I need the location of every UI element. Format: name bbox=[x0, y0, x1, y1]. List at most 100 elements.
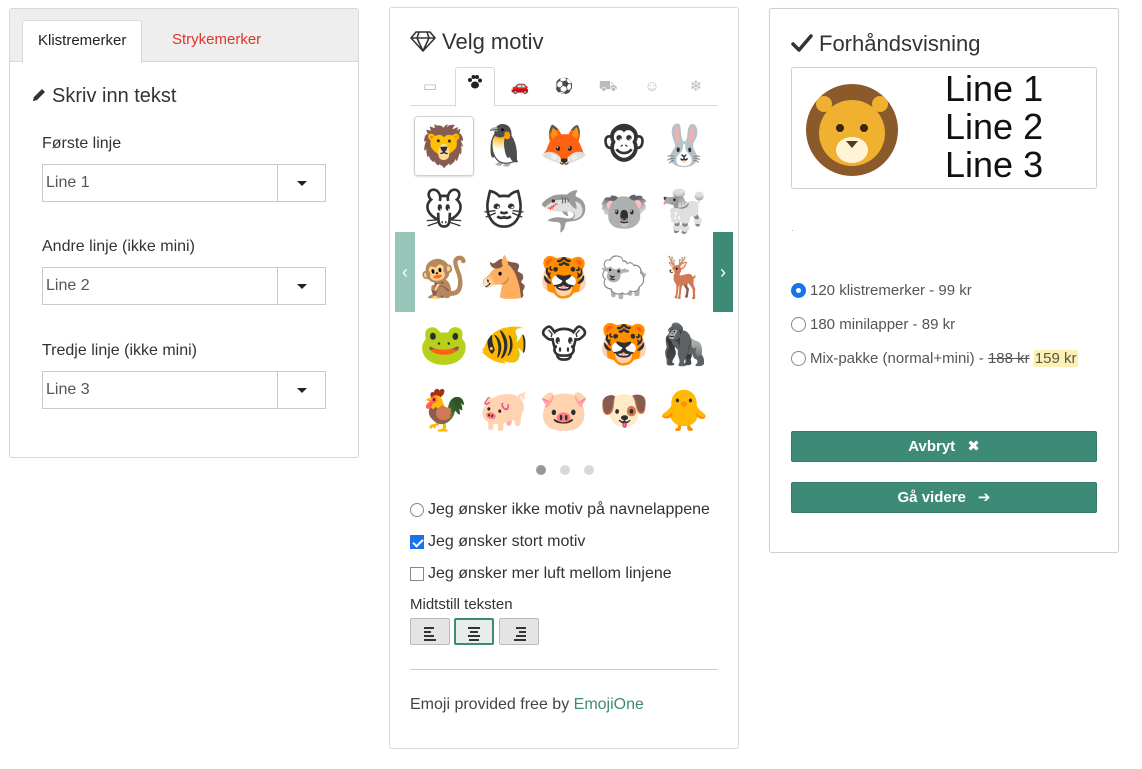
third-line-label: Tredje linje (ikke mini) bbox=[42, 342, 197, 359]
carousel-indicators bbox=[536, 465, 596, 475]
align-right-button[interactable] bbox=[499, 618, 539, 645]
no-motif-label: Jeg ønsker ikke motiv på navnelappene bbox=[428, 501, 710, 518]
emoji-rooster[interactable]: 🐓 bbox=[414, 381, 474, 441]
emoji-lion[interactable]: 🦁 bbox=[414, 116, 474, 176]
snowflake-icon: ❄ bbox=[689, 78, 703, 95]
emoji-pig[interactable]: 🐖 bbox=[474, 381, 534, 441]
tab-klistremerker[interactable]: Klistremerker bbox=[22, 20, 143, 63]
carousel-dot-3[interactable] bbox=[584, 465, 594, 475]
tiny-mark: . bbox=[791, 223, 794, 234]
emoji-pug[interactable]: 🐶 bbox=[594, 381, 654, 441]
preview-line-1: Line 1 bbox=[945, 68, 1044, 109]
preview-title: Forhåndsvisning bbox=[791, 31, 980, 59]
divider bbox=[410, 669, 718, 670]
tab-smileys[interactable]: ☺ bbox=[632, 68, 672, 106]
first-line-value: Line 1 bbox=[46, 174, 90, 191]
price-label-180: 180 minilapper - 89 kr bbox=[810, 316, 956, 333]
continue-button-label: Gå videre bbox=[897, 489, 966, 506]
line-spacing-label: Jeg ønsker mer luft mellom linjene bbox=[428, 565, 672, 582]
price-radio-180[interactable] bbox=[791, 317, 806, 332]
tab-transport[interactable]: ⛟ bbox=[588, 68, 628, 106]
caret-down-icon bbox=[297, 181, 307, 186]
emoji-frog[interactable]: 🐸 bbox=[414, 315, 474, 375]
emoji-monkey-face[interactable]: 🐵 bbox=[594, 116, 654, 176]
large-motif-label: Jeg ønsker stort motiv bbox=[428, 533, 586, 550]
tab-animals[interactable] bbox=[455, 67, 495, 107]
align-left-button[interactable] bbox=[410, 618, 450, 645]
emoji-cat[interactable]: 🐱 bbox=[474, 182, 534, 242]
checkmark-icon bbox=[791, 33, 813, 59]
emoji-sheep[interactable]: 🐑 bbox=[594, 248, 654, 308]
caret-down-icon bbox=[297, 388, 307, 393]
third-line-value: Line 3 bbox=[46, 381, 90, 398]
cancel-button-label: Avbryt bbox=[908, 438, 956, 455]
emoji-horse[interactable]: 🐴 bbox=[474, 248, 534, 308]
second-line-label: Andre linje (ikke mini) bbox=[42, 238, 195, 255]
new-price: 159 kr bbox=[1033, 350, 1078, 367]
tab-vehicles[interactable]: 🚗 bbox=[500, 68, 540, 106]
carousel-dot-2[interactable] bbox=[560, 465, 570, 475]
third-line-dropdown-button[interactable] bbox=[277, 372, 325, 408]
emojione-link[interactable]: EmojiOne bbox=[574, 696, 644, 713]
emoji-mouse[interactable]: 🐭 bbox=[414, 182, 474, 242]
emoji-clownfish[interactable]: 🐠 bbox=[474, 315, 534, 375]
label-type-tabs: Klistremerker Strykemerker bbox=[10, 9, 358, 63]
emoji-penguin[interactable]: 🐧 bbox=[474, 116, 534, 176]
emoji-fox[interactable]: 🦊 bbox=[534, 116, 594, 176]
emoji-tiger-cub[interactable]: 🐯 bbox=[594, 315, 654, 375]
smiley-icon: ☺ bbox=[644, 78, 660, 95]
chevron-left-icon: ‹ bbox=[402, 262, 408, 282]
emoji-poodle[interactable]: 🐩 bbox=[654, 182, 714, 242]
second-line-value: Line 2 bbox=[46, 277, 90, 294]
tab-images[interactable]: ▭ bbox=[410, 68, 450, 106]
soccer-ball-icon: ⚽ bbox=[554, 78, 574, 95]
cancel-button[interactable]: Avbryt ✖ bbox=[791, 431, 1097, 462]
emoji-deer[interactable]: 🦌 bbox=[654, 248, 714, 308]
emoji-grid: 🦁 🐧 🦊 🐵 🐰 🐭 🐱 🦈 🐨 🐩 🐒 🐴 🐯 🐑 🦌 🐸 🐠 🐮 🐯 🦍 🐓 🐖 🐷 🐶 🐥 bbox=[410, 114, 722, 444]
price-label-120: 120 klistremerker - 99 kr bbox=[810, 282, 972, 299]
emoji-credit: Emoji provided free by EmojiOne bbox=[410, 696, 644, 714]
third-line-input[interactable]: Line 3 bbox=[42, 371, 326, 409]
emoji-tiger[interactable]: 🐯 bbox=[534, 248, 594, 308]
emoji-cow[interactable]: 🐮 bbox=[534, 315, 594, 375]
emoji-chick[interactable]: 🐥 bbox=[654, 381, 714, 441]
align-center-button[interactable] bbox=[454, 618, 494, 645]
preview-title-text: Forhåndsvisning bbox=[819, 31, 981, 56]
emoji-pig-face[interactable]: 🐷 bbox=[534, 381, 594, 441]
tab-strykemerker[interactable]: Strykemerker bbox=[157, 20, 276, 63]
emoji-koala[interactable]: 🐨 bbox=[594, 182, 654, 242]
align-left-icon bbox=[424, 627, 437, 643]
align-center-icon bbox=[468, 627, 481, 643]
continue-button[interactable]: Gå videre ➔ bbox=[791, 482, 1097, 513]
section-title-text: Skriv inn tekst bbox=[52, 85, 177, 107]
line-spacing-checkbox[interactable] bbox=[410, 567, 424, 581]
tab-nature[interactable]: ❄ bbox=[676, 68, 716, 106]
text-panel: Klistremerker Strykemerker Skriv inn tek… bbox=[9, 8, 359, 458]
close-icon: ✖ bbox=[967, 438, 980, 455]
second-line-dropdown-button[interactable] bbox=[277, 268, 325, 304]
label-preview: Line 1 Line 2 Line 3 bbox=[791, 67, 1097, 189]
first-line-input[interactable]: Line 1 bbox=[42, 164, 326, 202]
caret-down-icon bbox=[297, 284, 307, 289]
large-motif-checkbox[interactable] bbox=[410, 535, 424, 549]
carousel-dot-1[interactable] bbox=[536, 465, 546, 475]
paw-icon bbox=[466, 75, 484, 95]
credit-text: Emoji provided free by bbox=[410, 696, 574, 713]
align-label: Midtstill teksten bbox=[410, 596, 513, 613]
pencil-icon bbox=[30, 86, 48, 110]
first-line-dropdown-button[interactable] bbox=[277, 165, 325, 201]
emoji-monkey[interactable]: 🐒 bbox=[414, 248, 474, 308]
motif-panel: Velg motiv ▭ 🚗 ⚽ ⛟ ☺ ❄ ‹ › 🦁 🐧 🦊 🐵 🐰 🐭 🐱 🦈 🐨 🐩 🐒 🐴 🐯… bbox=[389, 7, 739, 749]
emoji-rabbit[interactable]: 🐰 bbox=[654, 116, 714, 176]
no-motif-radio[interactable] bbox=[410, 503, 424, 517]
emoji-gorilla[interactable]: 🦍 bbox=[654, 315, 714, 375]
price-radio-mix[interactable] bbox=[791, 351, 806, 366]
preview-text: Line 1 Line 2 Line 3 bbox=[945, 70, 1043, 184]
second-line-input[interactable]: Line 2 bbox=[42, 267, 326, 305]
price-radio-120[interactable] bbox=[791, 283, 806, 298]
vehicle-icon: ⛟ bbox=[598, 78, 618, 95]
price-label-mix: Mix-pakke (normal+mini) - 188 kr 159 kr bbox=[810, 349, 1078, 369]
text-section-title: Skriv inn tekst bbox=[30, 85, 176, 110]
tab-sports[interactable]: ⚽ bbox=[544, 68, 584, 106]
emoji-shark[interactable]: 🦈 bbox=[534, 182, 594, 242]
